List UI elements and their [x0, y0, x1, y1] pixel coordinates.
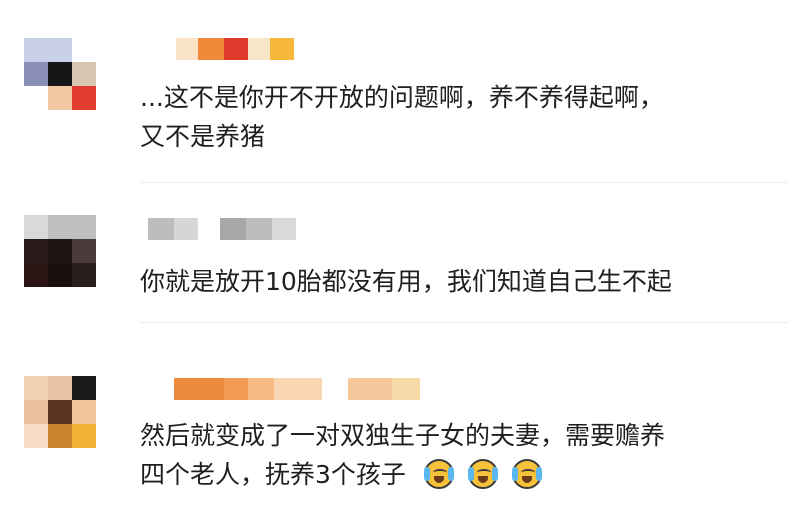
blur-block: [220, 218, 246, 240]
comment-line: 然后就变成了一对双独生子女的夫妻，需要赡养: [140, 421, 666, 450]
blur-block: [392, 378, 420, 400]
blur-block: [48, 239, 72, 263]
comment-line: 又不是养猪: [140, 122, 266, 151]
blur-block: [248, 38, 270, 60]
divider: [140, 322, 788, 323]
blur-block: [348, 378, 392, 400]
blur-block: [24, 400, 48, 424]
crying-laughing-emoji-icon: [423, 459, 454, 489]
blur-block: [24, 376, 48, 400]
blur-block: [24, 215, 48, 239]
crying-laughing-emoji-icon: [511, 459, 542, 489]
blur-block: [24, 424, 48, 448]
blur-block: [48, 424, 72, 448]
blur-block: [246, 218, 272, 240]
avatar[interactable]: [24, 215, 96, 287]
blur-block: [48, 263, 72, 287]
divider: [140, 182, 788, 183]
username-blurred[interactable]: [176, 38, 294, 60]
comment-line: ...这不是你开不开放的问题啊，养不养得起啊，: [140, 83, 664, 112]
blur-block: [274, 378, 322, 400]
blur-block: [174, 378, 224, 400]
comment-text: ...这不是你开不开放的问题啊，养不养得起啊， 又不是养猪: [140, 78, 664, 156]
blur-block: [72, 400, 96, 424]
blur-block: [72, 263, 96, 287]
avatar[interactable]: [24, 376, 96, 448]
blur-block: [48, 400, 72, 424]
blur-block: [24, 263, 48, 287]
comment-line: 四个老人，抚养3个孩子: [140, 455, 665, 494]
blur-block: [176, 38, 198, 60]
blur-block: [24, 239, 48, 263]
blur-block: [72, 424, 96, 448]
blur-block: [48, 215, 72, 239]
username-blurred[interactable]: [174, 378, 420, 400]
blur-block: [174, 218, 198, 240]
blur-block: [198, 38, 224, 60]
avatar[interactable]: [24, 38, 96, 110]
blur-block: [48, 38, 72, 62]
blur-block: [72, 215, 96, 239]
blur-block: [72, 239, 96, 263]
blur-block: [48, 376, 72, 400]
blur-block: [72, 376, 96, 400]
blur-block: [24, 38, 48, 62]
blur-block: [224, 378, 248, 400]
comment-text: 你就是放开10胎都没有用，我们知道自己生不起: [140, 262, 672, 301]
comment-text: 然后就变成了一对双独生子女的夫妻，需要赡养 四个老人，抚养3个孩子: [140, 416, 665, 494]
comment-line: 你就是放开10胎都没有用，我们知道自己生不起: [140, 267, 672, 296]
blur-block: [72, 86, 96, 110]
username-blurred[interactable]: [148, 218, 296, 240]
blur-block: [148, 218, 174, 240]
blur-block: [248, 378, 274, 400]
blur-block: [270, 38, 294, 60]
blur-block: [272, 218, 296, 240]
crying-laughing-emoji-icon: [467, 459, 498, 489]
blur-block: [48, 62, 72, 86]
blur-block: [24, 62, 48, 86]
blur-block: [72, 38, 96, 62]
comment-line-text: 四个老人，抚养3个孩子: [140, 460, 406, 489]
blur-block: [72, 62, 96, 86]
blur-block: [224, 38, 248, 60]
blur-block: [48, 86, 72, 110]
blur-block: [24, 86, 48, 110]
